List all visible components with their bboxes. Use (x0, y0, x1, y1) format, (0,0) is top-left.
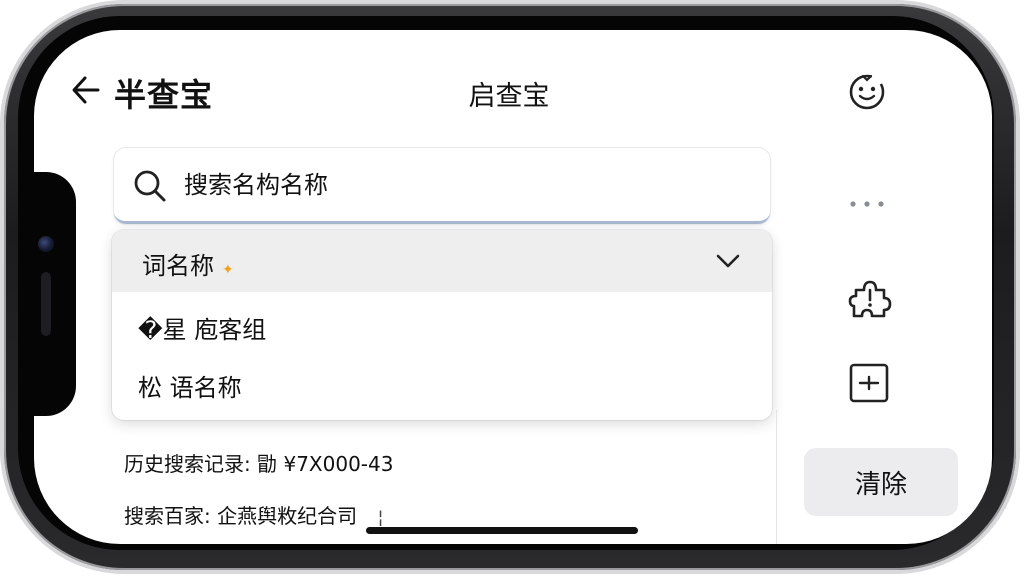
app-screen: 半查宝 启查宝 清除 搜索名构名称 词名称 ✦ �星 庖客组 松 语名称 历史搜… (34, 30, 992, 544)
box-button[interactable] (846, 360, 892, 406)
speaker-grille (41, 272, 51, 336)
search-type-dropdown: 词名称 ✦ �星 庖客组 松 语名称 (112, 230, 772, 420)
dropdown-option-label: �星 庖客组 (138, 316, 267, 344)
app-title: 半查宝 (114, 76, 214, 114)
page-title: 启查宝 (468, 81, 550, 112)
puzzle-icon (848, 280, 892, 318)
more-horizontal-icon (850, 201, 884, 207)
text-cursor: ¦ (377, 507, 384, 528)
dropdown-option[interactable]: 松 语名称 (112, 356, 772, 412)
suggest-search-row[interactable]: 搜索百家: 企燕舆敉纪合司 ¦ (124, 500, 384, 529)
search-bar (114, 148, 770, 224)
dropdown-selected-label: 词名称 (142, 252, 214, 280)
chevron-down-icon (716, 254, 740, 268)
front-camera (38, 236, 54, 252)
recent-search-row[interactable]: 历史搜索记录: 勖 ¥7X000-43 (124, 448, 393, 477)
recent-search-label: 历史搜索记录: (124, 452, 251, 476)
dropdown-selected[interactable]: 词名称 ✦ (112, 230, 772, 292)
dropdown-option[interactable]: �星 庖客组 (112, 298, 772, 354)
more-button[interactable] (846, 194, 888, 214)
recent-search-value: 勖 ¥7X000-43 (257, 452, 394, 476)
back-button[interactable] (68, 72, 104, 108)
smile-button[interactable] (846, 70, 888, 112)
box-minus-icon (849, 363, 889, 403)
clear-button[interactable]: 清除 (804, 448, 958, 516)
device-stage: 半查宝 启查宝 清除 搜索名构名称 词名称 ✦ �星 庖客组 松 语名称 历史搜… (0, 0, 1024, 576)
puzzle-button[interactable] (846, 276, 892, 322)
smile-icon (849, 74, 885, 110)
home-indicator[interactable] (366, 527, 638, 534)
dropdown-option-label: 松 语名称 (138, 374, 242, 402)
search-icon (134, 170, 166, 202)
arrow-left-icon (72, 76, 100, 104)
column-divider (776, 410, 777, 544)
suggest-search-value: 企燕舆敉纪合司 (217, 504, 358, 528)
suggest-search-label: 搜索百家: (124, 504, 211, 528)
star-icon: ✦ (222, 262, 234, 278)
search-input[interactable] (184, 164, 744, 206)
